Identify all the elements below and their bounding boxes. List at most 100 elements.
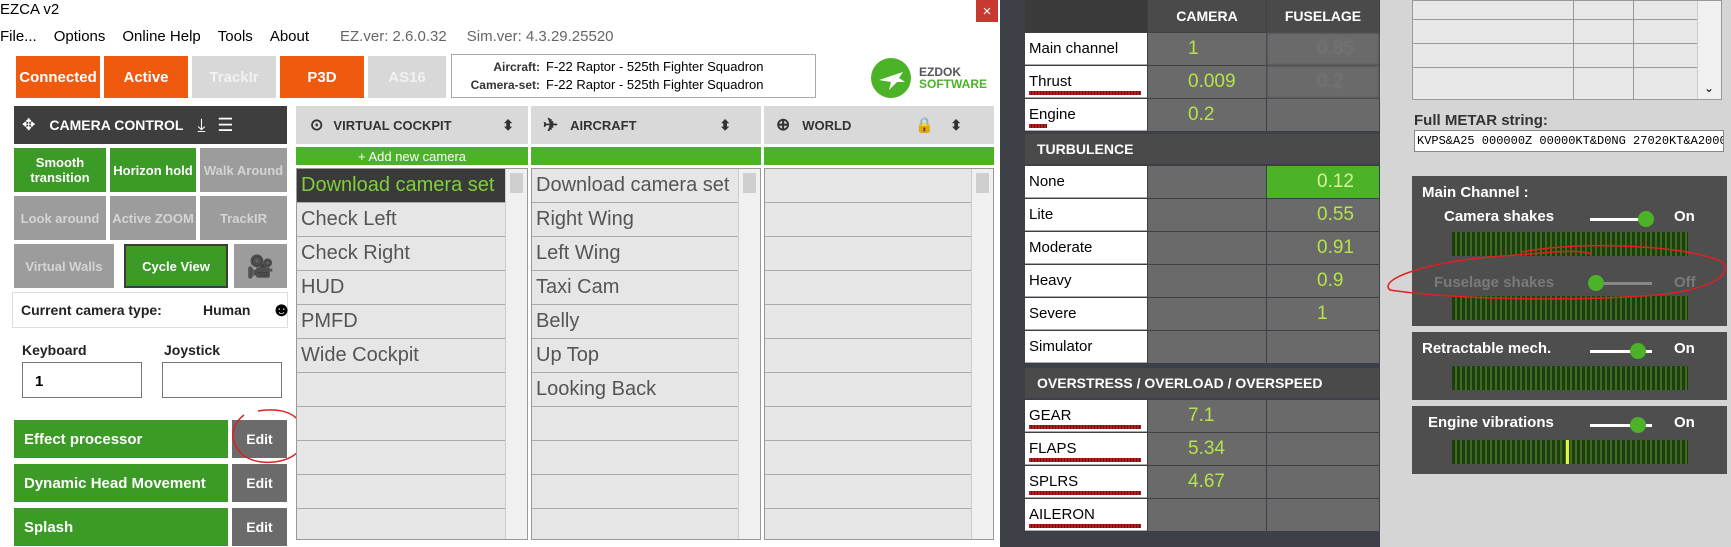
camera-shakes-toggle[interactable] bbox=[1590, 211, 1654, 227]
cycle-view-button[interactable]: Cycle View bbox=[124, 244, 228, 288]
look-around-button[interactable]: Look around bbox=[14, 196, 106, 240]
keyboard-input[interactable]: 1 bbox=[22, 362, 142, 398]
list-item bbox=[532, 509, 760, 539]
list-item bbox=[765, 203, 993, 237]
cell-camera[interactable] bbox=[1148, 499, 1266, 531]
world-scrollbar[interactable] bbox=[971, 169, 993, 539]
cell-camera[interactable]: 7.1 bbox=[1148, 400, 1266, 432]
lock-icon[interactable]: 🔒 bbox=[915, 116, 934, 134]
trackir-toggle-button[interactable]: TrackIR bbox=[200, 196, 287, 240]
smooth-transition-button[interactable]: Smooth transition bbox=[14, 148, 106, 192]
vc-scrollbar[interactable] bbox=[505, 169, 527, 539]
chevron-down-icon[interactable]: ⌄ bbox=[1704, 81, 1714, 95]
list-item[interactable]: Check Left bbox=[297, 203, 527, 237]
list-item[interactable]: PMFD bbox=[297, 305, 527, 339]
airplane-icon: ✈ bbox=[543, 114, 559, 135]
sort-arrows-icon[interactable]: ⬍ bbox=[950, 117, 962, 134]
cell-fuselage[interactable] bbox=[1267, 466, 1379, 498]
list-item[interactable]: Check Right bbox=[297, 237, 527, 271]
cell-fuselage[interactable] bbox=[1267, 99, 1379, 131]
menu-online-help[interactable]: Online Help bbox=[122, 28, 200, 52]
aircraft-scrollbar[interactable] bbox=[738, 169, 760, 539]
list-item[interactable]: Download camera set bbox=[297, 169, 527, 203]
list-item[interactable]: Taxi Cam bbox=[532, 271, 760, 305]
active-zoom-button[interactable]: Active ZOOM bbox=[110, 196, 196, 240]
current-type-label: Current camera type: bbox=[21, 302, 162, 318]
menu-about[interactable]: About bbox=[270, 28, 309, 52]
list-item bbox=[297, 407, 527, 441]
grid-table: ⌄ bbox=[1412, 0, 1722, 100]
vc-header[interactable]: ⊙ VIRTUAL COCKPIT ⬍ bbox=[296, 106, 528, 144]
row-label: Lite bbox=[1029, 206, 1054, 223]
cell-camera[interactable]: 0.2 bbox=[1148, 99, 1266, 131]
cell-fuselage[interactable]: 0.85 bbox=[1267, 33, 1379, 65]
list-icon[interactable]: ☰ bbox=[217, 115, 233, 136]
add-camera-button[interactable]: + Add new camera bbox=[296, 147, 528, 165]
dynamic-head-movement-label[interactable]: Dynamic Head Movement bbox=[14, 464, 228, 502]
list-item bbox=[765, 441, 993, 475]
cell-camera[interactable]: 5.34 bbox=[1148, 433, 1266, 465]
cell-camera[interactable] bbox=[1148, 331, 1266, 363]
cell-fuselage[interactable]: 0.2 bbox=[1267, 66, 1379, 98]
menu-file[interactable]: File... bbox=[0, 28, 37, 52]
cell-fuselage[interactable] bbox=[1267, 499, 1379, 531]
cell-camera[interactable] bbox=[1148, 166, 1266, 198]
row-label: Engine bbox=[1029, 106, 1076, 123]
p3d-button[interactable]: P3D bbox=[280, 56, 364, 98]
cell-fuselage[interactable] bbox=[1267, 400, 1379, 432]
row-main-channel: Main channel bbox=[1025, 33, 1147, 65]
cell-fuselage[interactable]: 0.9 bbox=[1267, 265, 1379, 297]
cell-camera[interactable] bbox=[1148, 265, 1266, 297]
engine-vibrations-state: On bbox=[1674, 414, 1695, 431]
list-item[interactable]: Looking Back bbox=[532, 373, 760, 407]
grid-scrollbar[interactable]: ⌄ bbox=[1697, 1, 1721, 99]
as16-button[interactable]: AS16 bbox=[368, 56, 446, 98]
cell-camera[interactable] bbox=[1148, 232, 1266, 264]
list-item[interactable]: Belly bbox=[532, 305, 760, 339]
cell-camera[interactable] bbox=[1148, 199, 1266, 231]
sim-version: Sim.ver: 4.3.29.25520 bbox=[466, 28, 614, 45]
cell-fuselage[interactable]: 0.55 bbox=[1267, 199, 1379, 231]
cell-camera[interactable]: 0.009 bbox=[1148, 66, 1266, 98]
sort-arrows-icon[interactable]: ⬍ bbox=[502, 117, 514, 134]
sort-arrows-icon[interactable]: ⬍ bbox=[719, 117, 731, 134]
walk-around-button[interactable]: Walk Around bbox=[200, 148, 287, 192]
trackir-button[interactable]: TrackIr bbox=[192, 56, 276, 98]
retractable-mech-toggle[interactable] bbox=[1590, 343, 1652, 359]
cell-camera[interactable]: 4.67 bbox=[1148, 466, 1266, 498]
close-button[interactable]: × bbox=[976, 0, 998, 22]
menu-tools[interactable]: Tools bbox=[218, 28, 253, 52]
cell-fuselage[interactable] bbox=[1267, 331, 1379, 363]
table-corner bbox=[1025, 0, 1147, 32]
cell-fuselage[interactable]: 1 bbox=[1267, 298, 1379, 330]
list-item[interactable]: Right Wing bbox=[532, 203, 760, 237]
metar-input[interactable]: KVPS&A25 000000Z 00000KT&D0NG 27020KT&A2… bbox=[1414, 130, 1724, 152]
effect-processor-label[interactable]: Effect processor bbox=[14, 420, 228, 458]
joystick-input[interactable] bbox=[162, 362, 282, 398]
splash-edit-button[interactable]: Edit bbox=[232, 508, 287, 546]
cell-fuselage[interactable]: 0.91 bbox=[1267, 232, 1379, 264]
connected-button[interactable]: Connected bbox=[16, 56, 100, 98]
list-item[interactable]: HUD bbox=[297, 271, 527, 305]
horizon-hold-button[interactable]: Horizon hold bbox=[110, 148, 196, 192]
world-header[interactable]: ⊕ WORLD 🔒 ⬍ bbox=[764, 106, 994, 144]
engine-vibrations-toggle[interactable] bbox=[1590, 417, 1652, 433]
cell-camera[interactable] bbox=[1148, 298, 1266, 330]
virtual-walls-button[interactable]: Virtual Walls bbox=[14, 244, 114, 288]
list-item[interactable]: Download camera set bbox=[532, 169, 760, 203]
list-item[interactable]: Left Wing bbox=[532, 237, 760, 271]
camera-icon[interactable]: 🎥 bbox=[234, 244, 287, 288]
list-item[interactable]: Wide Cockpit bbox=[297, 339, 527, 373]
splash-label[interactable]: Splash bbox=[14, 508, 228, 546]
cell-camera[interactable]: 1 bbox=[1148, 33, 1266, 65]
vc-camera-list: Download camera set Check Left Check Rig… bbox=[296, 168, 528, 540]
list-item bbox=[532, 475, 760, 509]
download-icon[interactable]: ⤓ bbox=[197, 115, 205, 136]
list-item[interactable]: Up Top bbox=[532, 339, 760, 373]
aircraft-header[interactable]: ✈ AIRCRAFT ⬍ bbox=[531, 106, 761, 144]
cell-fuselage[interactable]: 0.12 bbox=[1267, 166, 1379, 198]
active-button[interactable]: Active bbox=[104, 56, 188, 98]
aircraft-label: Aircraft: bbox=[493, 60, 540, 74]
cell-fuselage[interactable] bbox=[1267, 433, 1379, 465]
menu-options[interactable]: Options bbox=[54, 28, 106, 52]
